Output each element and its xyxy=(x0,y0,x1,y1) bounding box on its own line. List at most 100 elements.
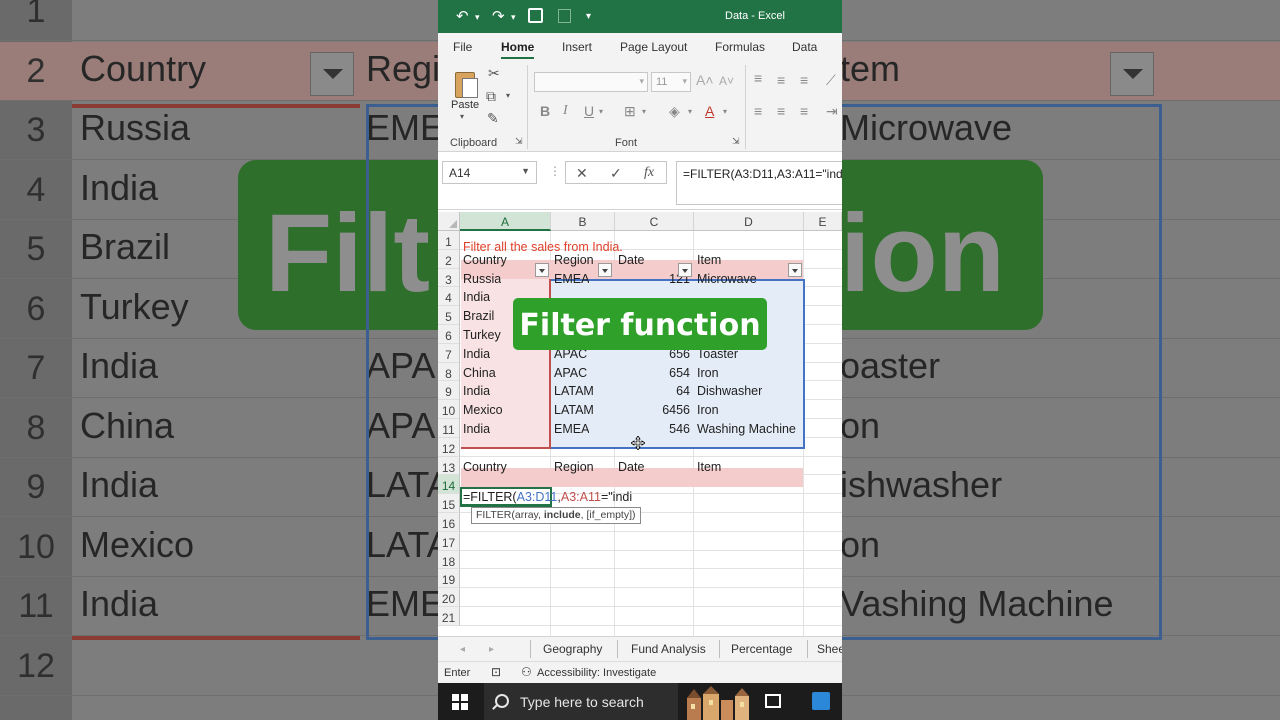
cell-region[interactable]: EMEA xyxy=(554,422,589,436)
font-launcher-icon[interactable]: ⇲ xyxy=(732,136,740,147)
align-left-icon[interactable]: ≡ xyxy=(754,103,762,119)
tab-fund-analysis[interactable]: Fund Analysis xyxy=(631,642,706,656)
row-header-21[interactable]: 21 xyxy=(438,607,460,626)
column-header-a[interactable]: A xyxy=(460,212,551,231)
redo-dropdown-icon[interactable]: ▾ xyxy=(511,12,516,23)
copy-dropdown-icon[interactable]: ▾ xyxy=(506,91,510,100)
orientation-icon[interactable]: ⟋ xyxy=(826,72,836,89)
align-right-icon[interactable]: ≡ xyxy=(800,103,808,119)
row-header-4[interactable]: 4 xyxy=(438,287,460,307)
output-header-date[interactable]: Date xyxy=(618,460,644,474)
header-cell-date[interactable]: Date xyxy=(618,253,644,267)
borders-icon[interactable]: ⊞ xyxy=(624,103,636,120)
sheet-title[interactable]: Filter all the sales from India. xyxy=(463,240,623,254)
header-cell-item[interactable]: Item xyxy=(697,253,721,267)
tab-percentage[interactable]: Percentage xyxy=(731,642,792,656)
row-header-10[interactable]: 10 xyxy=(438,400,460,419)
row-header-2[interactable]: 2 xyxy=(438,249,460,269)
cell-country[interactable]: Turkey xyxy=(463,328,501,342)
italic-icon[interactable]: I xyxy=(563,103,568,119)
row-header-13[interactable]: 13 xyxy=(438,456,460,476)
cell-country[interactable]: India xyxy=(463,290,490,304)
cell-region[interactable]: EMEA xyxy=(554,272,589,286)
cell-item[interactable]: Microwave xyxy=(697,272,757,286)
output-header-region[interactable]: Region xyxy=(554,460,594,474)
increase-font-icon[interactable]: A˄ xyxy=(696,72,714,88)
tab-geography[interactable]: Geography xyxy=(543,642,602,656)
menu-formulas[interactable]: Formulas xyxy=(715,40,765,54)
menu-data[interactable]: Data xyxy=(792,40,817,54)
cell-item[interactable]: Washing Machine xyxy=(697,422,796,436)
paste-label[interactable]: Paste xyxy=(451,99,479,111)
spreadsheet-grid[interactable]: ABCDE 1 2 3 4 5 6 7 8 9 10 11 12 13 14 15 16 17 18 19 20 21 … xyxy=(438,212,842,636)
undo-dropdown-icon[interactable]: ▾ xyxy=(475,12,480,23)
enter-icon[interactable]: ✓ xyxy=(610,165,622,182)
cell-date[interactable]: 546 xyxy=(615,422,690,436)
filter-dropdown-region[interactable] xyxy=(598,263,612,277)
filter-dropdown-country[interactable] xyxy=(535,263,549,277)
row-header-12[interactable]: 12 xyxy=(438,437,460,457)
cell-date[interactable]: 6456 xyxy=(615,403,690,417)
customize-toolbar-icon[interactable]: ▾ xyxy=(586,11,591,22)
bold-icon[interactable]: B xyxy=(540,103,550,119)
decrease-font-icon[interactable]: A˅ xyxy=(719,74,734,88)
font-color-dropdown-icon[interactable]: ▾ xyxy=(723,107,727,116)
cell-region[interactable]: LATAM xyxy=(554,384,594,398)
output-header-country[interactable]: Country xyxy=(463,460,507,474)
cut-icon[interactable]: ✂ xyxy=(488,65,500,82)
fill-color-dropdown-icon[interactable]: ▾ xyxy=(688,107,692,116)
scroll-next-sheet-icon[interactable]: ▸ xyxy=(489,644,494,655)
windows-start-icon[interactable] xyxy=(452,694,468,710)
align-middle-icon[interactable]: ≡ xyxy=(777,72,785,88)
row-header-3[interactable]: 3 xyxy=(438,268,460,288)
filter-dropdown-item[interactable] xyxy=(788,263,802,277)
underline-dropdown-icon[interactable]: ▾ xyxy=(599,107,603,116)
cell-country[interactable]: Russia xyxy=(463,272,501,286)
fill-color-icon[interactable]: ◈ xyxy=(669,103,680,120)
align-top-icon[interactable]: ≡ xyxy=(754,70,762,86)
borders-dropdown-icon[interactable]: ▾ xyxy=(642,107,646,116)
macro-record-icon[interactable]: ⊡ xyxy=(491,665,501,679)
cell-region[interactable]: APAC xyxy=(554,366,587,380)
row-header-6[interactable]: 6 xyxy=(438,325,460,344)
align-center-icon[interactable]: ≡ xyxy=(777,103,785,119)
row-header-5[interactable]: 5 xyxy=(438,306,460,325)
cell-item[interactable]: Iron xyxy=(697,366,719,380)
accessibility-status[interactable]: Accessibility: Investigate xyxy=(537,667,656,679)
paste-dropdown-icon[interactable]: ▾ xyxy=(460,112,464,121)
row-header-8[interactable]: 8 xyxy=(438,362,460,382)
row-header-20[interactable]: 20 xyxy=(438,588,460,607)
accessibility-icon[interactable]: ⚇ xyxy=(521,665,532,679)
news-widget-icon[interactable] xyxy=(685,686,751,720)
header-cell-country[interactable]: Country xyxy=(463,253,507,267)
cell-country[interactable]: India xyxy=(463,384,490,398)
indent-icon[interactable]: ⇥ xyxy=(826,103,838,120)
cell-region[interactable]: LATAM xyxy=(554,403,594,417)
undo-icon[interactable]: ↶ xyxy=(456,7,469,25)
row-header-16[interactable]: 16 xyxy=(438,513,460,532)
insert-function-icon[interactable]: fx xyxy=(644,165,654,181)
select-all-corner[interactable] xyxy=(438,212,460,231)
underline-icon[interactable]: U xyxy=(584,103,594,119)
column-header-e[interactable]: E xyxy=(804,212,842,231)
menu-insert[interactable]: Insert xyxy=(562,40,592,54)
paste-icon[interactable] xyxy=(453,68,479,98)
row-header-7[interactable]: 7 xyxy=(438,343,460,363)
cell-country[interactable]: Mexico xyxy=(463,403,503,417)
row-header-18[interactable]: 18 xyxy=(438,550,460,570)
redo-icon[interactable]: ↷ xyxy=(492,7,505,25)
column-header-c[interactable]: C xyxy=(615,212,694,231)
column-header-d[interactable]: D xyxy=(694,212,804,231)
font-color-icon[interactable]: A xyxy=(705,103,714,119)
cell-country[interactable]: China xyxy=(463,366,496,380)
row-header-1[interactable]: 1 xyxy=(438,231,460,250)
output-header-item[interactable]: Item xyxy=(697,460,721,474)
clipboard-launcher-icon[interactable]: ⇲ xyxy=(515,136,523,147)
font-size-box[interactable]: 11 ▾ xyxy=(651,72,691,92)
cell-editing-formula[interactable]: =FILTER(A3:D11,A3:A11="indi xyxy=(463,490,632,504)
name-box[interactable]: A14 ▼ xyxy=(442,161,537,184)
column-header-b[interactable]: B xyxy=(551,212,615,231)
tab-sheet[interactable]: Shee xyxy=(817,642,842,656)
copy-icon[interactable]: ⧉ xyxy=(486,88,496,105)
formula-input[interactable]: =FILTER(A3:D11,A3:A11="indi xyxy=(676,161,842,205)
